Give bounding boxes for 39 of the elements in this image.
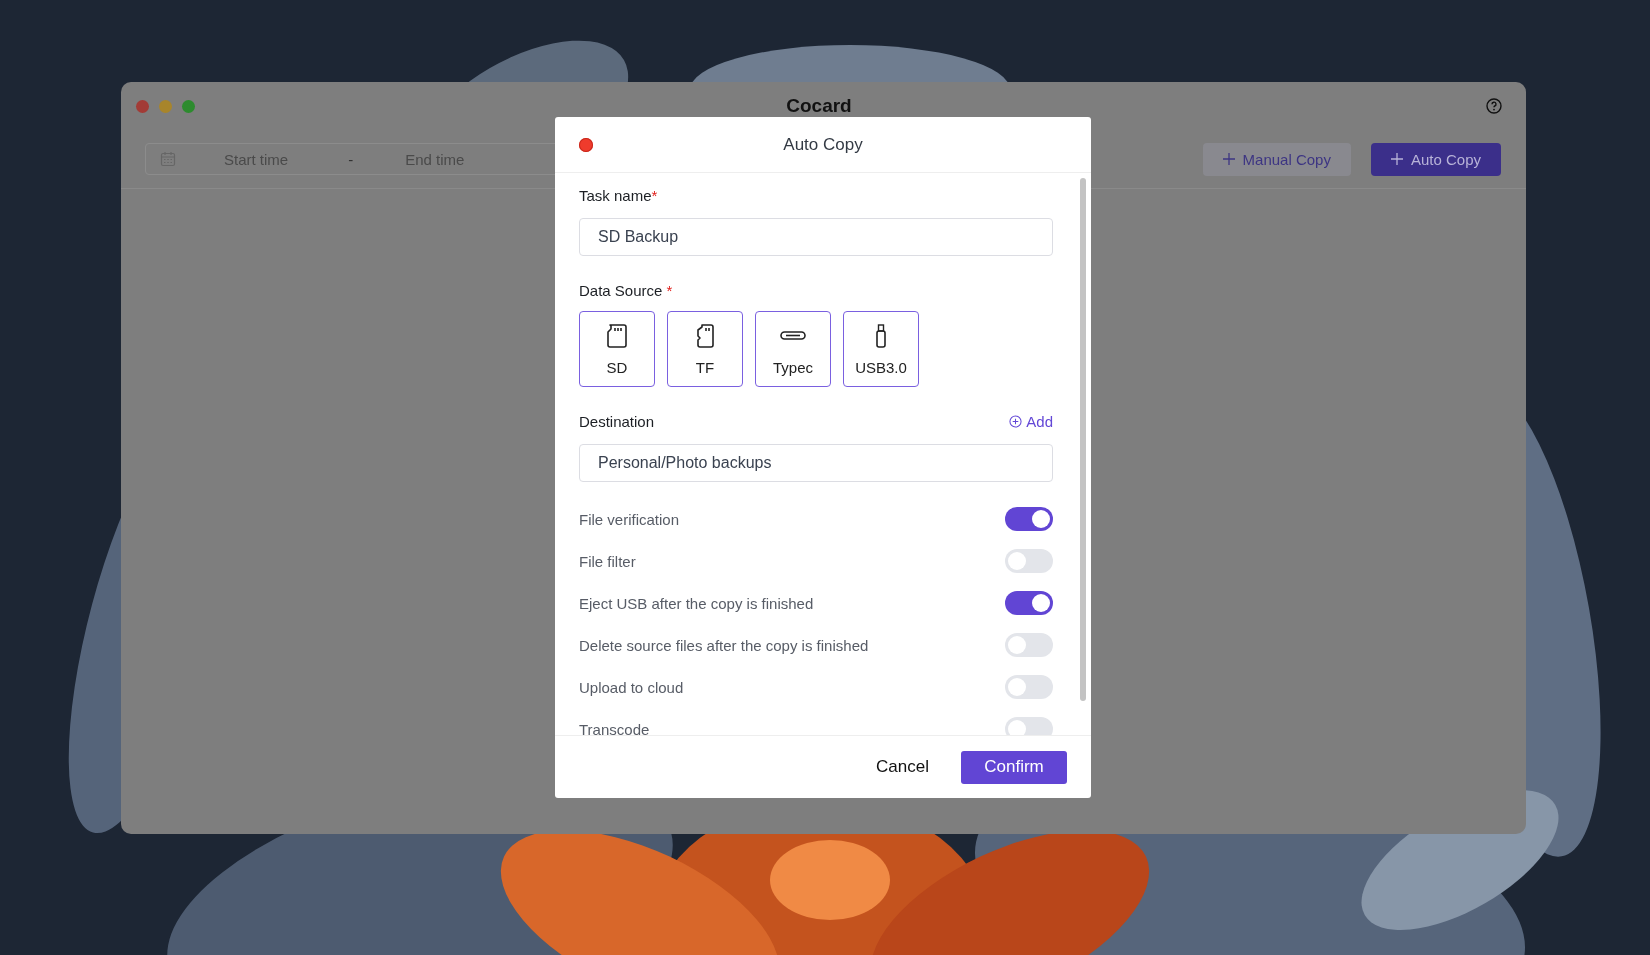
source-option[interactable]: TF <box>667 311 743 387</box>
source-option[interactable]: SD <box>579 311 655 387</box>
toggle-switch[interactable] <box>1005 549 1053 573</box>
toggle-switch[interactable] <box>1005 675 1053 699</box>
close-icon[interactable] <box>579 138 593 152</box>
auto-copy-button[interactable]: Auto Copy <box>1370 142 1501 176</box>
add-icon <box>1009 415 1023 428</box>
sd-card-icon <box>605 322 629 349</box>
option-label: File filter <box>579 552 636 570</box>
option-label: Upload to cloud <box>579 678 684 696</box>
toggle-switch[interactable] <box>1005 633 1053 657</box>
option-label: Delete source files after the copy is finished <box>579 636 869 654</box>
field-label: Data Source * <box>579 282 674 299</box>
field-label: Task name* <box>579 187 659 204</box>
maximize-icon[interactable] <box>182 99 195 113</box>
toggle-switch[interactable] <box>1005 717 1053 735</box>
destination-field[interactable]: Personal/Photo backups <box>579 444 1053 482</box>
range-separator: - <box>348 150 354 168</box>
usb-c-port-icon <box>780 330 806 340</box>
cancel-button[interactable]: Cancel <box>874 753 931 781</box>
source-option[interactable]: Typec <box>755 311 831 387</box>
option-label: Eject USB after the copy is finished <box>579 594 814 612</box>
scrollbar[interactable] <box>1080 178 1086 701</box>
plus-icon <box>1390 153 1403 165</box>
add-link[interactable]: Add <box>1009 413 1053 430</box>
source-option[interactable]: USB3.0 <box>843 311 919 387</box>
help-icon[interactable] <box>1486 98 1502 114</box>
option-label: Transcode <box>579 720 650 735</box>
toggle-switch[interactable] <box>1005 507 1053 531</box>
dialog-title: Auto Copy <box>783 134 863 155</box>
minimize-icon[interactable] <box>159 99 172 113</box>
plus-icon <box>1222 153 1235 165</box>
calendar-icon <box>160 151 176 167</box>
option-label: File verification <box>579 510 680 528</box>
confirm-button[interactable]: Confirm <box>961 750 1067 784</box>
window-title: Cocard <box>785 95 853 117</box>
field-label: Destination <box>579 413 655 430</box>
task-name-field[interactable]: SD Backup <box>579 218 1053 256</box>
toggle-switch[interactable] <box>1005 591 1053 615</box>
